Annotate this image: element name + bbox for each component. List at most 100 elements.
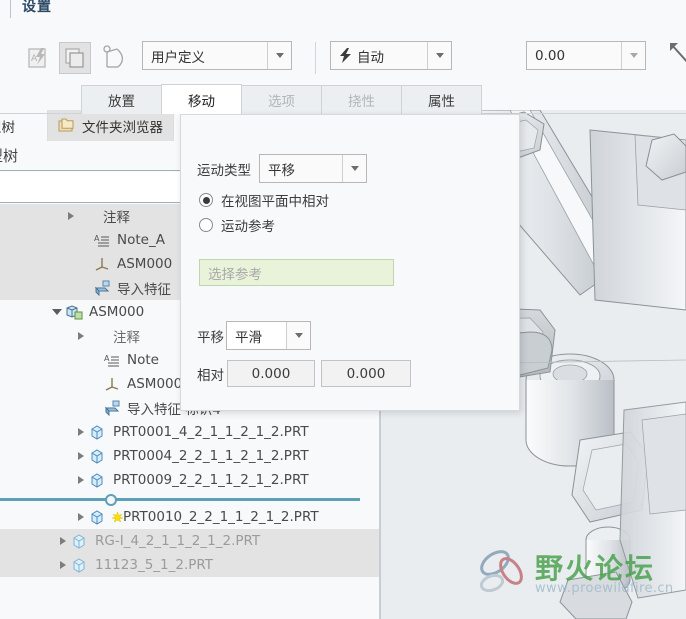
drag-hinge-icon[interactable] bbox=[99, 42, 131, 74]
tree-row[interactable]: PRT0009_2_2_1_1_2_1_2.PRT bbox=[0, 468, 380, 492]
tree-row-label: 注释 bbox=[103, 210, 130, 226]
copy-layers-icon[interactable] bbox=[59, 42, 91, 74]
tab-properties-label: 属性 bbox=[428, 94, 455, 110]
tree-row-label: PRT0009_2_2_1_1_2_1_2.PRT bbox=[113, 472, 309, 488]
tab-placement[interactable]: 放置 bbox=[81, 85, 162, 114]
tab-options-label: 选项 bbox=[268, 94, 295, 110]
insert-position-indicator[interactable] bbox=[0, 494, 380, 506]
translate-label: 平移 bbox=[197, 329, 224, 346]
tree-row[interactable]: 11123_5_1_2.PRT bbox=[0, 553, 380, 577]
radio-unselected-icon[interactable] bbox=[199, 218, 213, 232]
expander-collapsed-icon[interactable] bbox=[64, 212, 78, 220]
radio-view-plane-label: 在视图平面中相对 bbox=[221, 194, 329, 210]
chevron-down-icon[interactable] bbox=[286, 322, 310, 349]
tree-row-label: PRT0010_2_2_1_1_2_1_2.PRT bbox=[123, 509, 319, 525]
reference-placeholder-text: 选择参考 bbox=[208, 266, 262, 283]
modified-star-icon bbox=[111, 511, 123, 523]
tab-folder-browser[interactable]: 文件夹浏览器 bbox=[48, 110, 174, 141]
lightning-page-icon[interactable]: A bbox=[22, 42, 54, 74]
application-window: 野火论坛 www.proewildfire.cn 型树 文件夹浏览器 型树 bbox=[0, 0, 686, 619]
lightning-icon bbox=[340, 48, 351, 63]
tab-model-tree-label: 型树 bbox=[0, 119, 15, 136]
expander-collapsed-icon[interactable] bbox=[74, 428, 88, 436]
page-title: 设置 bbox=[22, 0, 52, 15]
expander-collapsed-icon[interactable] bbox=[56, 537, 70, 545]
expander-collapsed-icon[interactable] bbox=[56, 561, 70, 569]
tree-row-label: RG-I_4_2_1_1_2_1_2.PRT bbox=[95, 533, 261, 549]
auto-mode-combo[interactable]: 自动 bbox=[330, 41, 452, 70]
part-icon bbox=[70, 533, 90, 549]
tab-properties[interactable]: 属性 bbox=[401, 85, 482, 114]
chevron-down-icon[interactable] bbox=[267, 42, 291, 69]
tab-placement-label: 放置 bbox=[108, 94, 135, 110]
part-icon bbox=[88, 448, 108, 464]
move-dialog-panel: 运动类型 平移 在视图平面中相对 运动参考 选择参考 平移 平滑 相对 0.00… bbox=[180, 114, 520, 411]
assembly-icon bbox=[64, 304, 84, 320]
tab-flexibility: 挠性 bbox=[321, 85, 402, 114]
auto-mode-value-wrap: 自动 bbox=[331, 42, 427, 69]
tree-row-label: Note_A bbox=[117, 232, 165, 248]
tab-folder-browser-label: 文件夹浏览器 bbox=[82, 119, 163, 136]
part-icon bbox=[88, 472, 108, 488]
tree-row-label: 导入特征 bbox=[117, 282, 171, 298]
motion-type-combo[interactable]: 平移 bbox=[259, 154, 367, 183]
tree-row[interactable]: PRT0001_4_2_1_1_2_1_2.PRT bbox=[0, 420, 380, 444]
relative-y-field[interactable]: 0.000 bbox=[321, 360, 411, 387]
tree-row[interactable]: PRT0010_2_2_1_1_2_1_2.PRT bbox=[0, 505, 380, 529]
dashboard-toolbar: A 用户定义 自动 0.00 bbox=[0, 18, 686, 74]
radio-motion-reference[interactable]: 运动参考 bbox=[199, 215, 275, 235]
import-feature-icon bbox=[102, 400, 122, 416]
tree-row-label: 11123_5_1_2.PRT bbox=[95, 557, 214, 573]
expander-expanded-icon[interactable] bbox=[50, 309, 64, 315]
relative-row: 相对 0.000 0.000 bbox=[197, 360, 411, 387]
svg-text:A: A bbox=[104, 354, 110, 363]
motion-type-row: 运动类型 平移 bbox=[197, 154, 367, 183]
resize-arrow-icon[interactable] bbox=[668, 40, 686, 72]
tab-move[interactable]: 移动 bbox=[161, 84, 242, 114]
tree-row[interactable]: RG-I_4_2_1_1_2_1_2.PRT bbox=[0, 529, 380, 553]
constraint-type-value: 用户定义 bbox=[143, 42, 267, 69]
motion-type-value: 平移 bbox=[260, 155, 342, 182]
relative-x-field[interactable]: 0.000 bbox=[227, 360, 315, 387]
constraint-type-combo[interactable]: 用户定义 bbox=[142, 41, 292, 70]
tree-header-label: 型树 bbox=[0, 147, 19, 165]
radio-selected-icon[interactable] bbox=[199, 193, 213, 207]
tree-row-label: ASM000 bbox=[117, 256, 173, 272]
offset-value-combo[interactable]: 0.00 bbox=[526, 41, 646, 70]
tab-flexibility-label: 挠性 bbox=[348, 94, 375, 110]
expander-collapsed-icon[interactable] bbox=[74, 332, 88, 340]
dashboard-tabs: 放置 移动 选项 挠性 属性 bbox=[81, 84, 482, 114]
radio-view-plane-relative[interactable]: 在视图平面中相对 bbox=[199, 190, 329, 210]
insert-indicator-line bbox=[0, 498, 360, 501]
radio-motion-ref-label: 运动参考 bbox=[221, 219, 275, 235]
note-icon: A bbox=[102, 353, 122, 368]
chevron-down-icon[interactable] bbox=[342, 155, 366, 182]
reference-select-field[interactable]: 选择参考 bbox=[199, 259, 394, 286]
auto-mode-value: 自动 bbox=[357, 49, 384, 66]
tree-row-label: Note bbox=[127, 352, 159, 368]
folder-browser-icon bbox=[58, 118, 74, 132]
translate-mode-combo[interactable]: 平滑 bbox=[226, 321, 311, 350]
relative-x-value: 0.000 bbox=[251, 365, 291, 382]
tree-row-label: ASM000 bbox=[89, 304, 145, 320]
translate-mode-value: 平滑 bbox=[227, 322, 286, 349]
tree-row[interactable]: PRT0004_2_2_1_1_2_1_2.PRT bbox=[0, 444, 380, 468]
expander-collapsed-icon[interactable] bbox=[74, 476, 88, 484]
expander-collapsed-icon[interactable] bbox=[74, 513, 88, 521]
note-icon: A bbox=[92, 233, 112, 248]
tree-row-label: 注释 bbox=[113, 330, 140, 346]
part-icon bbox=[88, 509, 108, 525]
relative-y-value: 0.000 bbox=[346, 365, 386, 382]
csys-icon bbox=[102, 376, 122, 392]
chevron-down-icon[interactable] bbox=[427, 42, 451, 69]
offset-value: 0.00 bbox=[527, 42, 621, 69]
expander-collapsed-icon[interactable] bbox=[74, 452, 88, 460]
chevron-down-icon[interactable] bbox=[621, 42, 645, 69]
tab-model-tree[interactable]: 型树 bbox=[0, 110, 48, 141]
toolbar-separator bbox=[315, 42, 316, 74]
tab-options: 选项 bbox=[241, 85, 322, 114]
tree-row-label: PRT0001_4_2_1_1_2_1_2.PRT bbox=[113, 424, 309, 440]
tab-move-label: 移动 bbox=[188, 93, 215, 110]
relative-label: 相对 bbox=[197, 367, 224, 384]
import-feature-icon bbox=[92, 280, 112, 296]
